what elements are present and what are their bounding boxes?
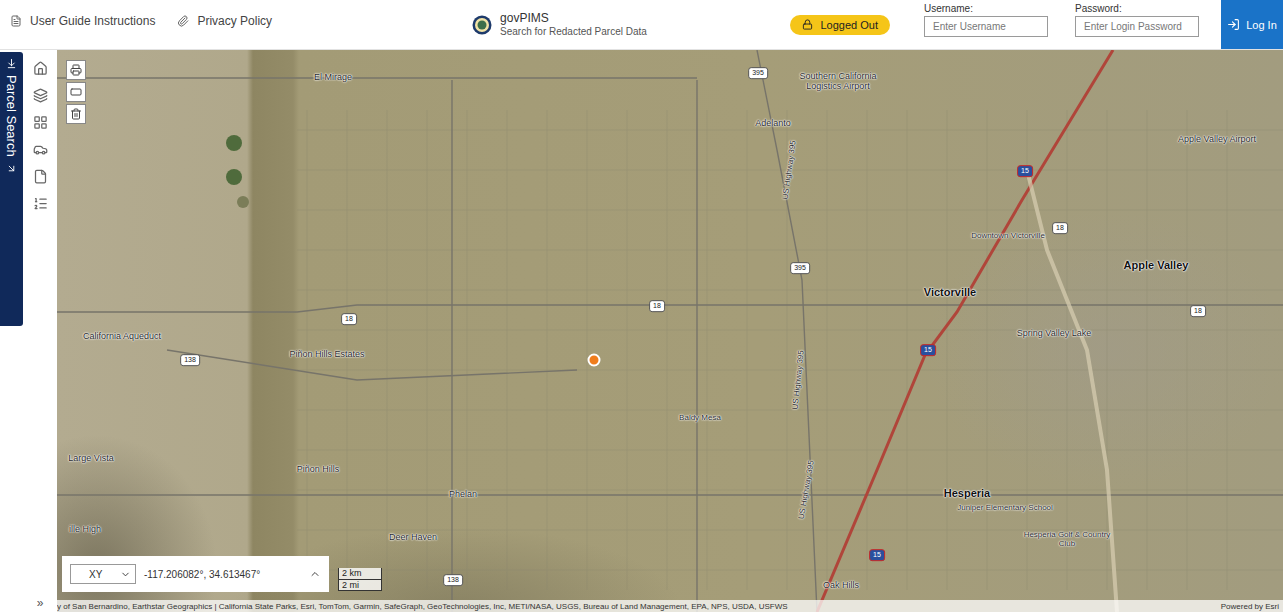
route-shield: 18: [1190, 305, 1206, 317]
rail-button[interactable]: [32, 195, 48, 211]
map-label: US Highway 395: [792, 350, 807, 410]
route-shield: 18: [649, 300, 665, 312]
map-label: Victorville: [924, 286, 976, 298]
map-label: Hesperia Golf & Country Club: [1019, 531, 1115, 549]
header: User Guide Instructions Privacy Policy gov…: [0, 0, 1283, 50]
expand-button[interactable]: »: [37, 596, 44, 610]
rail-button[interactable]: [32, 141, 48, 157]
parcel-search-tab[interactable]: Parcel Search: [0, 52, 23, 326]
map-label: Apple Valley Airport: [1178, 135, 1256, 145]
map-label: Downtown Victorville: [971, 232, 1045, 241]
trash-icon: [70, 108, 82, 120]
powered-by[interactable]: Powered by Esri: [1221, 602, 1279, 611]
route-shield: 15: [869, 549, 885, 561]
clear-button[interactable]: [66, 104, 86, 124]
route-shield: 18: [1052, 222, 1068, 234]
map-label: Piñon Hills Estates: [289, 350, 364, 360]
header-link[interactable]: User Guide Instructions: [10, 14, 155, 28]
printer-icon: [70, 64, 82, 76]
coordinate-widget: XY -117.206082°, 34.613467°: [62, 556, 329, 592]
scale-item: 2 km: [338, 568, 382, 578]
seal-logo-icon: [472, 15, 492, 35]
paperclip-icon: [177, 15, 189, 27]
map-label: Oak Hills: [823, 581, 859, 591]
map-label: Spring Valley Lake: [1017, 329, 1091, 339]
layers-icon: [33, 88, 48, 103]
map-label: ille High: [69, 525, 101, 535]
username-input[interactable]: [924, 16, 1048, 37]
scale-bar: 2 km2 mi: [338, 568, 382, 591]
chevron-down-icon: [120, 569, 131, 580]
login-icon: [1227, 18, 1240, 31]
rectangle-icon: [70, 86, 82, 98]
map-label: Baldy Mesa: [679, 414, 721, 423]
scale-item: 2 mi: [338, 579, 382, 591]
app-title: govPIMS: [500, 11, 647, 25]
route-shield: 18: [341, 313, 357, 325]
attribution-text: y of San Bernardino, Earthstar Geographi…: [57, 602, 788, 611]
location-pin[interactable]: [588, 354, 601, 367]
username-field: Username:: [924, 0, 1048, 49]
car-icon: [33, 142, 48, 157]
header-links: User Guide Instructions Privacy Policy: [0, 0, 272, 49]
parcel-search-label: Parcel Search: [4, 75, 19, 157]
map-roads-icon: [57, 50, 1283, 612]
rail-button[interactable]: [32, 114, 48, 130]
map[interactable]: El Mirage Adelanto Southern California Log…: [57, 50, 1283, 612]
map-label: California Aqueduct: [83, 332, 161, 342]
map-label: Apple Valley: [1124, 259, 1189, 271]
home-icon: [33, 61, 48, 76]
route-shield: 138: [443, 574, 463, 586]
map-tools: [66, 60, 86, 124]
attribution-bar: y of San Bernardino, Earthstar Geographi…: [57, 600, 1283, 612]
login-button[interactable]: Log In: [1221, 0, 1283, 49]
map-label: Large Vista: [68, 454, 113, 464]
route-shield: 138: [180, 354, 200, 366]
coordinate-system-select[interactable]: XY: [70, 564, 136, 584]
left-column: Parcel Search »: [0, 50, 57, 612]
body: Parcel Search » El Mirage Adelanto Southern …: [0, 50, 1283, 612]
rail-button[interactable]: [32, 60, 48, 76]
tool-rail: »: [23, 50, 57, 612]
login-status-badge: Logged Out: [790, 15, 891, 35]
app: User Guide Instructions Privacy Policy gov…: [0, 0, 1283, 612]
password-field: Password:: [1075, 0, 1199, 49]
brand: govPIMSSearch for Redacted Parcel Data: [472, 0, 647, 49]
brand-text: govPIMSSearch for Redacted Parcel Data: [500, 11, 647, 37]
print-button[interactable]: [66, 60, 86, 80]
route-shield: 395: [748, 67, 768, 79]
route-shield: 15: [920, 344, 936, 356]
list-icon: [33, 196, 48, 211]
grid-icon: [33, 115, 48, 130]
arrow-down-icon: [6, 58, 17, 69]
arrow-diagonal-icon: [6, 163, 17, 174]
map-label: Juniper Elementary School: [957, 504, 1053, 513]
header-link[interactable]: Privacy Policy: [177, 14, 272, 28]
measure-button[interactable]: [66, 82, 86, 102]
app-subtitle: Search for Redacted Parcel Data: [500, 26, 647, 38]
password-input[interactable]: [1075, 16, 1199, 37]
map-label: Hesperia: [944, 487, 990, 499]
map-label: El Mirage: [314, 73, 352, 83]
rail-button[interactable]: [32, 168, 48, 184]
map-label: Piñon Hills: [297, 465, 340, 475]
lock-icon: [802, 19, 813, 30]
map-label: Deer Haven: [389, 533, 437, 543]
file-icon: [33, 169, 48, 184]
route-shield: 395: [790, 262, 810, 274]
map-label: Adelanto: [755, 119, 791, 129]
map-label: Phelan: [449, 490, 477, 500]
rail-button[interactable]: [32, 87, 48, 103]
document-icon: [10, 15, 22, 27]
chevron-up-icon: [309, 568, 321, 580]
collapse-button[interactable]: [309, 568, 321, 580]
route-shield: 15: [1017, 165, 1033, 177]
coordinate-value: -117.206082°, 34.613467°: [144, 569, 260, 580]
map-label: Southern California Logistics Airport: [790, 72, 886, 92]
